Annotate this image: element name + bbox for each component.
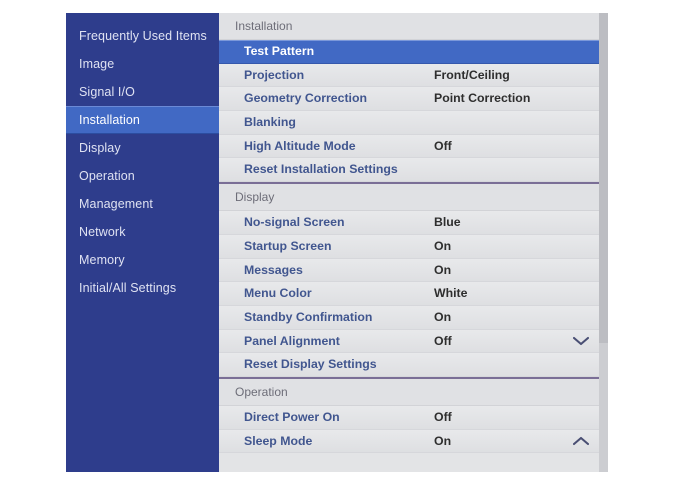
setting-row-projection[interactable]: Projection Front/Ceiling	[219, 63, 599, 88]
sidebar-item-label: Management	[79, 197, 153, 211]
panel-scrollbar-thumb[interactable]	[599, 13, 608, 343]
setting-label: No-signal Screen	[244, 215, 345, 230]
sidebar-item-label: Signal I/O	[79, 85, 135, 99]
sidebar-item-management[interactable]: Management	[66, 190, 219, 218]
setting-row-blanking[interactable]: Blanking	[219, 111, 599, 135]
sidebar-item-image[interactable]: Image	[66, 50, 219, 78]
sidebar-item-operation[interactable]: Operation	[66, 162, 219, 190]
sidebar-item-frequently-used-items[interactable]: Frequently Used Items	[66, 22, 219, 50]
setting-row-test-pattern[interactable]: Test Pattern	[219, 40, 599, 64]
setting-label: Standby Confirmation	[244, 309, 373, 324]
setting-value: Blue	[434, 215, 461, 230]
category-sidebar: Frequently Used Items Image Signal I/O Inst…	[66, 13, 219, 472]
setting-row-panel-alignment[interactable]: Panel Alignment Off	[219, 329, 599, 354]
setting-label: Test Pattern	[244, 44, 315, 58]
sidebar-item-label: Image	[79, 57, 115, 71]
setting-value: Off	[434, 138, 452, 153]
chevron-up-icon[interactable]	[573, 436, 589, 446]
setting-label: Projection	[244, 67, 305, 82]
setting-row-reset-display-settings[interactable]: Reset Display Settings	[219, 353, 599, 377]
sidebar-item-memory[interactable]: Memory	[66, 246, 219, 274]
setting-label: Blanking	[244, 115, 296, 130]
setting-row-standby-confirmation[interactable]: Standby Confirmation On	[219, 305, 599, 330]
setting-value: On	[434, 238, 452, 253]
section-header-installation: Installation	[219, 13, 599, 40]
setting-row-startup-screen[interactable]: Startup Screen On	[219, 234, 599, 259]
chevron-down-icon[interactable]	[573, 336, 589, 346]
settings-list: Installation Test Pattern Projection Front/…	[219, 13, 599, 472]
setting-value: Front/Ceiling	[434, 67, 510, 82]
setting-row-no-signal-screen[interactable]: No-signal Screen Blue	[219, 211, 599, 235]
sidebar-item-network[interactable]: Network	[66, 218, 219, 246]
setting-value: White	[434, 286, 468, 301]
setting-row-messages[interactable]: Messages On	[219, 258, 599, 283]
sidebar-item-label: Installation	[79, 113, 140, 127]
setting-row-menu-color[interactable]: Menu Color White	[219, 282, 599, 306]
setting-row-geometry-correction[interactable]: Geometry Correction Point Correction	[219, 87, 599, 112]
setting-row-sleep-mode[interactable]: Sleep Mode On	[219, 429, 599, 454]
setting-label: Menu Color	[244, 286, 312, 301]
setting-label: Sleep Mode	[244, 433, 313, 448]
setting-row-high-altitude-mode[interactable]: High Altitude Mode Off	[219, 134, 599, 159]
setting-label: Panel Alignment	[244, 333, 340, 348]
setting-label: Startup Screen	[244, 238, 332, 253]
settings-menu: Frequently Used Items Image Signal I/O Inst…	[66, 13, 608, 472]
sidebar-item-display[interactable]: Display	[66, 134, 219, 162]
setting-label: Reset Installation Settings	[244, 162, 398, 177]
setting-value: Off	[434, 409, 452, 424]
setting-label: Geometry Correction	[244, 91, 367, 106]
sidebar-item-label: Operation	[79, 169, 135, 183]
setting-label: High Altitude Mode	[244, 138, 356, 153]
setting-value: On	[434, 433, 452, 448]
sidebar-item-label: Display	[79, 141, 121, 155]
sidebar-item-label: Frequently Used Items	[79, 29, 207, 43]
projector-osd-screen: Frequently Used Items Image Signal I/O Inst…	[0, 0, 675, 500]
setting-value: Off	[434, 333, 452, 348]
setting-label: Direct Power On	[244, 409, 340, 424]
setting-value: Point Correction	[434, 91, 531, 106]
sidebar-item-label: Memory	[79, 253, 125, 267]
sidebar-item-installation[interactable]: Installation	[66, 106, 219, 134]
sidebar-item-label: Network	[79, 225, 126, 239]
setting-value: On	[434, 309, 452, 324]
panel-scrollbar-track[interactable]	[599, 13, 608, 472]
sidebar-item-signal-i-o[interactable]: Signal I/O	[66, 78, 219, 106]
setting-row-direct-power-on[interactable]: Direct Power On Off	[219, 405, 599, 430]
settings-panel: Installation Test Pattern Projection Front/…	[219, 13, 608, 472]
setting-row-reset-installation-settings[interactable]: Reset Installation Settings	[219, 158, 599, 183]
setting-label: Messages	[244, 262, 303, 277]
section-header-display: Display	[219, 184, 599, 212]
section-header-operation: Operation	[219, 378, 599, 406]
setting-value: On	[434, 262, 452, 277]
setting-label: Reset Display Settings	[244, 357, 377, 372]
sidebar-item-initial-all-settings[interactable]: Initial/All Settings	[66, 274, 219, 302]
sidebar-item-label: Initial/All Settings	[79, 281, 177, 295]
